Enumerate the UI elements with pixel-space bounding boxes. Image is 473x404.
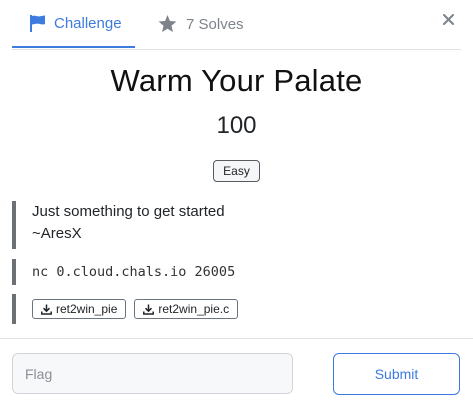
tab-challenge-label: Challenge [54, 14, 122, 32]
file-download-ret2win-pie-c[interactable]: ret2win_pie.c [134, 299, 239, 319]
tab-solves[interactable]: 7 Solves [158, 0, 244, 48]
flag-icon [30, 14, 45, 32]
tab-challenge[interactable]: Challenge [12, 0, 135, 48]
star-icon [158, 15, 177, 33]
difficulty-badge-wrap: Easy [0, 160, 473, 182]
file-name: ret2win_pie.c [158, 302, 230, 316]
challenge-points: 100 [216, 112, 257, 139]
download-icon [143, 304, 155, 315]
description-author: ~AresX [32, 225, 82, 242]
connection-info: nc 0.cloud.chals.io 26005 [12, 259, 452, 285]
file-list: ret2win_pie ret2win_pie.c [12, 294, 452, 324]
download-icon [41, 304, 52, 315]
tab-bar: Challenge 7 Solves [12, 0, 461, 50]
challenge-description: Just something to get started ~AresX [12, 201, 452, 249]
close-button[interactable] [439, 12, 457, 30]
file-download-ret2win-pie[interactable]: ret2win_pie [32, 299, 127, 319]
close-icon [442, 12, 454, 30]
description-line: Just something to get started [32, 203, 225, 220]
challenge-modal: Challenge 7 Solves Warm Your Palate 100 … [0, 0, 473, 404]
flag-input[interactable] [12, 353, 293, 394]
footer-divider [0, 338, 473, 339]
file-name: ret2win_pie [56, 302, 118, 316]
submit-button[interactable]: Submit [333, 353, 460, 395]
tab-solves-label: 7 Solves [186, 15, 244, 33]
difficulty-badge: Easy [213, 160, 260, 182]
challenge-title: Warm Your Palate [110, 63, 363, 98]
